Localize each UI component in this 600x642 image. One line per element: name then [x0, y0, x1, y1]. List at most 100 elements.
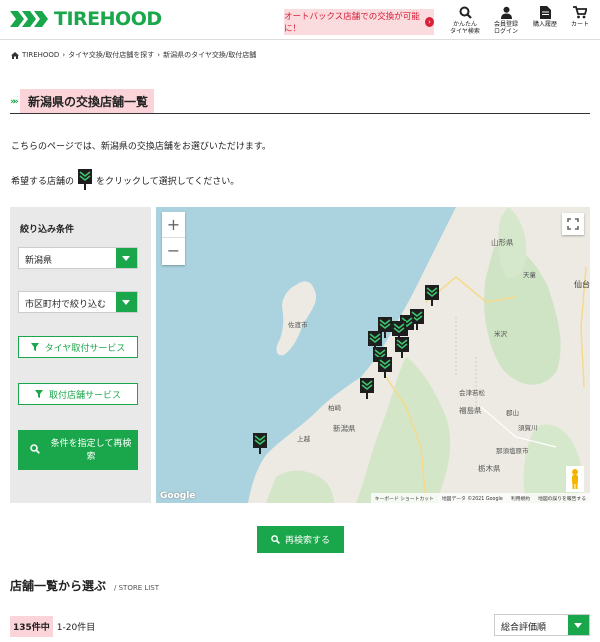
login-label-2: ログイン — [493, 28, 518, 35]
page-description: こちらのページでは、新潟県の交換店舗をお選びいただけます。 — [11, 142, 271, 152]
chevron-down-icon — [116, 292, 137, 312]
filter-search-button[interactable]: 条件を指定して再検索 — [18, 430, 138, 470]
tire-service-label: タイヤ取付サービス — [44, 343, 126, 354]
title-highlight: 新潟県の交換店舗一覧 — [20, 89, 155, 113]
search-icon — [271, 535, 280, 544]
filter-icon — [34, 390, 43, 398]
map-zoom-controls: + − — [162, 212, 185, 265]
map-fullscreen-button[interactable] — [562, 213, 584, 235]
map-label-tochigi: 栃木県 — [478, 464, 501, 473]
map-label-yonezawa: 米沢 — [494, 330, 507, 338]
breadcrumb-tire-exchange[interactable]: タイヤ交換/取付店舗を探す — [68, 50, 154, 60]
filter-search-label: 条件を指定して再検索 — [50, 439, 132, 462]
sort-value: 総合評価順 — [501, 623, 547, 633]
result-total-badge: 135件中 — [10, 616, 53, 637]
map-label-koriyama: 郡山 — [506, 409, 519, 417]
map-label-kashiwazaki: 柏崎 — [328, 404, 341, 412]
shop-service-label: 取付店舗サービス — [48, 390, 121, 401]
street-view-pegman[interactable] — [566, 466, 584, 492]
map-footer: キーボード ショートカット 地図データ ©2021 Google 利用規約 地図… — [370, 493, 590, 503]
fullscreen-icon — [567, 218, 579, 230]
map-label-aizu: 会津若松 — [459, 389, 485, 397]
section-title: »» 新潟県の交換店舗一覧 — [10, 89, 590, 114]
map-label-yamagata: 山形県 — [491, 238, 514, 247]
title-chevron-icon: »» — [10, 97, 18, 107]
map-label-sado: 佐渡市 — [288, 321, 308, 329]
store-marker[interactable] — [253, 433, 267, 455]
logo-chevrons-icon — [10, 11, 48, 27]
result-count: 135件中 1-20件目 — [10, 616, 95, 637]
logo-text: TIREHOOD — [54, 8, 162, 30]
store-list-header: 店舗一覧から選ぶ / STORE LIST — [10, 577, 159, 594]
search-label-2: タイヤ検索 — [450, 28, 480, 35]
map-data-credit: 地図データ ©2021 Google — [441, 496, 503, 502]
instruction-post: をクリックして選択してください。 — [96, 176, 240, 187]
zoom-out-button[interactable]: − — [162, 238, 185, 264]
map-keyboard-shortcuts[interactable]: キーボード ショートカット — [375, 495, 434, 502]
search-label-1: かんたん — [452, 21, 477, 28]
filter-panel: 絞り込み条件 新潟県 市区町村で絞り込む タイヤ取付サービス 取付店舗サービス … — [10, 207, 151, 503]
header-search-link[interactable]: かんたん タイヤ検索 — [445, 6, 485, 35]
login-label-1: 会員登録 — [493, 21, 518, 28]
tire-service-filter-button[interactable]: タイヤ取付サービス — [18, 336, 138, 358]
document-icon — [539, 6, 551, 19]
city-value: 市区町村で絞り込む — [25, 300, 107, 310]
store-list-title: 店舗一覧から選ぶ — [10, 579, 107, 593]
map-label-nasushiobara: 那須塩原市 — [496, 447, 529, 455]
home-icon — [11, 51, 19, 59]
site-logo[interactable]: TIREHOOD — [10, 8, 162, 30]
site-header: TIREHOOD オートバックス店舗での交換が可能に！ › かんたん タイヤ検索… — [0, 0, 600, 40]
shop-service-filter-button[interactable]: 取付店舗サービス — [18, 383, 138, 405]
store-pin-icon — [78, 169, 93, 190]
page-instruction: 希望する店舗の をクリックして選択してください。 — [11, 169, 239, 191]
header-history-link[interactable]: 購入履歴 — [525, 6, 565, 28]
cart-label: カート — [570, 21, 589, 28]
map-label-sendai: 仙台 — [574, 280, 590, 289]
store-pin-icon — [360, 378, 374, 399]
map-label-joetsu: 上越 — [297, 435, 310, 443]
pegman-icon — [572, 469, 578, 489]
chevron-down-icon — [116, 248, 137, 268]
promo-arrow-icon: › — [424, 17, 434, 27]
research-button[interactable]: 再検索する — [257, 526, 344, 553]
zoom-in-button[interactable]: + — [162, 212, 185, 238]
header-login-link[interactable]: 会員登録 ログイン — [486, 6, 526, 35]
history-label: 購入履歴 — [532, 21, 557, 28]
breadcrumb-current: 新潟県のタイヤ交換/取付店舗 — [163, 51, 257, 59]
store-map[interactable]: + − 佐渡市 山形県 福島県 新潟県 仙台 天童 米沢 会津若松 郡山 須賀川… — [156, 207, 590, 503]
search-icon — [459, 6, 472, 19]
city-select[interactable]: 市区町村で絞り込む — [18, 291, 138, 313]
store-marker[interactable] — [378, 357, 392, 379]
promo-text: オートバックス店舗での交換が可能に！ — [284, 12, 420, 34]
breadcrumb-separator: › — [62, 51, 66, 59]
breadcrumb-home[interactable]: TIREHOOD — [22, 51, 59, 59]
map-label-tendo: 天童 — [523, 271, 536, 279]
map-terms-link[interactable]: 利用規約 — [511, 495, 530, 502]
store-pin-icon — [395, 337, 409, 358]
breadcrumb: TIREHOOD › タイヤ交換/取付店舗を探す › 新潟県のタイヤ交換/取付店… — [11, 50, 256, 60]
store-marker[interactable] — [395, 337, 409, 359]
map-report-error-link[interactable]: 地図の誤りを報告する — [538, 495, 586, 502]
sort-select[interactable]: 総合評価順 — [494, 614, 590, 636]
store-marker[interactable] — [425, 285, 439, 307]
header-cart-link[interactable]: カート — [560, 6, 600, 28]
page-title: 新潟県の交換店舗一覧 — [28, 94, 149, 109]
store-pin-icon — [378, 357, 392, 378]
map-label-sukagawa: 須賀川 — [518, 424, 538, 432]
map-label-fukushima: 福島県 — [459, 406, 482, 415]
prefecture-select[interactable]: 新潟県 — [18, 247, 138, 269]
store-marker[interactable] — [360, 378, 374, 400]
google-logo: Google — [160, 491, 196, 501]
cart-icon — [573, 6, 587, 19]
filter-title: 絞り込み条件 — [20, 225, 75, 235]
autobacks-promo-banner[interactable]: オートバックス店舗での交換が可能に！ › — [284, 9, 434, 35]
result-range: 1-20件目 — [56, 623, 96, 633]
prefecture-value: 新潟県 — [25, 256, 53, 266]
breadcrumb-separator: › — [157, 51, 161, 59]
store-pin-icon — [425, 285, 439, 306]
map-label-niigata: 新潟県 — [333, 424, 356, 433]
store-pin-icon — [253, 433, 267, 454]
chevron-down-icon — [568, 615, 589, 635]
user-icon — [500, 6, 512, 19]
search-icon — [30, 444, 40, 454]
